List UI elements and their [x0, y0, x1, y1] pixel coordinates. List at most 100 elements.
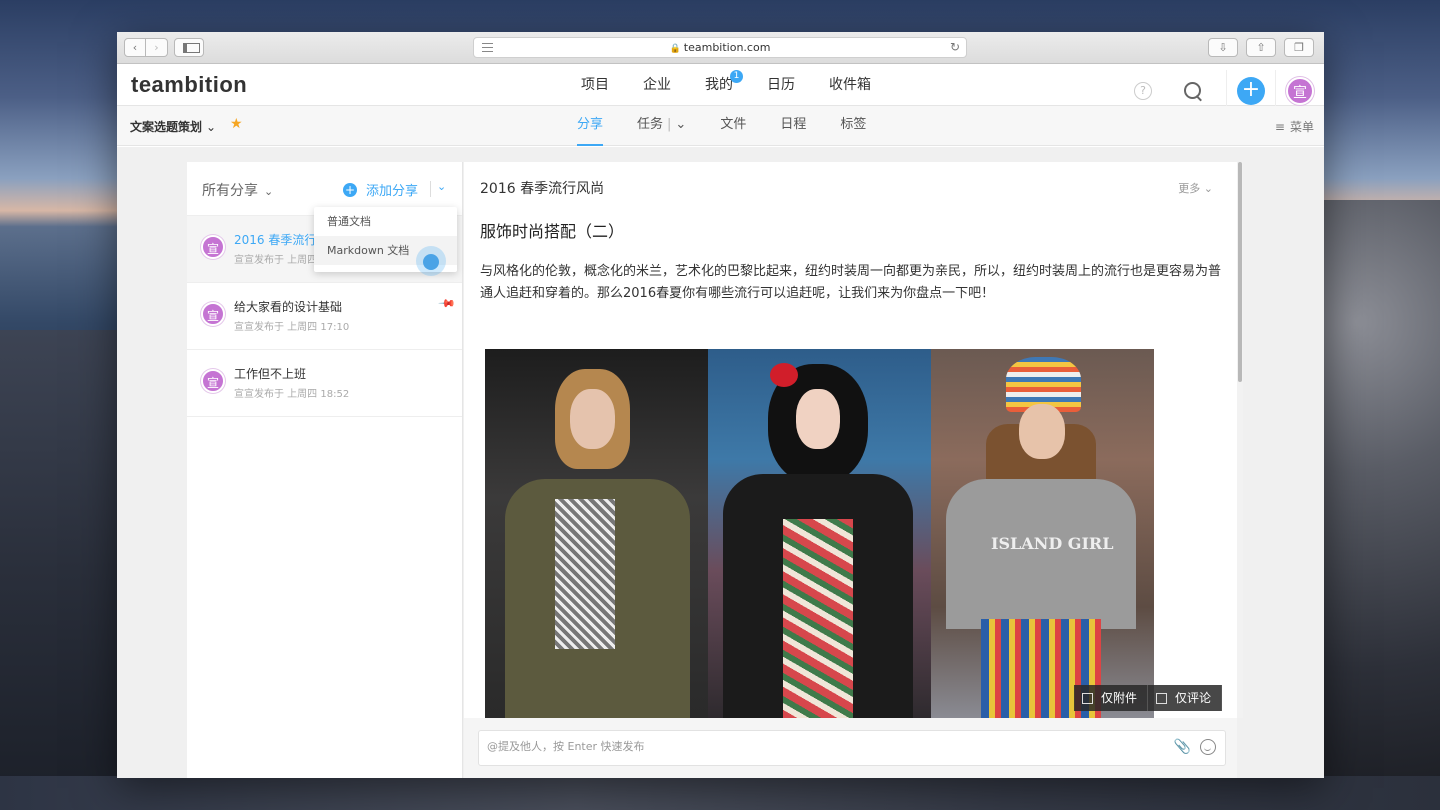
more-button[interactable]: 更多 ⌄ — [1178, 180, 1213, 196]
chevron-down-icon: ⌄ — [1203, 182, 1213, 195]
chevron-right-icon: › — [154, 41, 159, 54]
forward-button[interactable]: › — [146, 38, 168, 57]
nav-label: 项目 — [581, 77, 609, 93]
download-icon: ⇩ — [1218, 41, 1228, 54]
list-item[interactable]: 宣 工作但不上班 宣宣发布于 上周四 18:52 — [187, 350, 462, 417]
menu-icon: ≡ — [1274, 120, 1285, 134]
chevron-down-icon: ⌄ — [437, 180, 447, 193]
tab-label: 标签 — [840, 117, 867, 132]
url-text: teambition.com — [683, 41, 771, 54]
emoji-icon[interactable] — [1200, 739, 1216, 755]
filter-attachments-only[interactable]: 仅附件 — [1074, 685, 1149, 711]
search-icon[interactable] — [1178, 76, 1208, 106]
pin-icon[interactable]: 📌 — [438, 294, 457, 313]
share-button[interactable]: ⇧ — [1246, 38, 1276, 57]
logo[interactable]: teambition — [131, 72, 247, 98]
menu-button[interactable]: ≡ 菜单 — [1275, 118, 1314, 135]
nav-inbox[interactable]: 收件箱 — [815, 64, 885, 106]
background-rocks-left — [0, 330, 120, 810]
comment-area: 📎 — [464, 718, 1237, 778]
tab-label: 文件 — [720, 117, 747, 132]
download-button[interactable]: ⇩ — [1208, 38, 1238, 57]
back-button[interactable]: ‹ — [124, 38, 146, 57]
dropdown-option-plain-doc[interactable]: 普通文档 — [314, 207, 457, 236]
share-title: 2016 春季流行风尚 — [234, 233, 318, 247]
share-meta: 宣宣发布于 上周四 18:52 — [234, 389, 350, 400]
nav-calendar[interactable]: 日历 — [753, 64, 809, 106]
add-button[interactable]: + — [1237, 77, 1265, 105]
more-label: 更多 — [1178, 182, 1201, 195]
avatar: 宣 — [201, 235, 225, 259]
nav-enterprise[interactable]: 企业 — [629, 64, 685, 106]
share-meta: 宣宣发布于 上周四 17:10 — [234, 322, 350, 333]
notification-badge: 1 — [730, 70, 743, 83]
click-indicator — [416, 246, 446, 276]
tab-label: 日程 — [780, 117, 807, 132]
background-rocks-bottom — [0, 776, 1440, 810]
main-nav: 项目 企业 我的 1 日历 收件箱 — [567, 64, 891, 106]
project-header: 文案选题策划 ⌄ ★ 分享 任务 | ⌄ 文件 日程 标签 ≡ 菜单 — [117, 106, 1324, 146]
photo-dress — [783, 519, 853, 718]
comment-box: 📎 — [478, 730, 1226, 766]
browser-toolbar: ‹ › 🔒 teambition.com ↻ ⇩ ⇧ ❐ — [117, 32, 1324, 64]
tabs-icon: ❐ — [1294, 41, 1304, 54]
nav-label: 日历 — [767, 77, 795, 93]
tab-files[interactable]: 文件 — [708, 106, 758, 146]
lock-icon: 🔒 — [669, 44, 681, 54]
chevron-down-icon[interactable]: ⌄ — [675, 117, 686, 132]
document-body: 与风格化的伦敦，概念化的米兰，艺术化的巴黎比起来，纽约时装周一向都更为亲民，所以… — [480, 264, 1222, 301]
tab-label: 任务 — [637, 117, 664, 132]
photo-tee-text: ISLAND GIRL — [991, 534, 1114, 553]
nav-projects[interactable]: 项目 — [567, 64, 623, 106]
chevron-left-icon: ‹ — [132, 41, 138, 54]
project-name: 文案选题策划 — [130, 120, 203, 134]
address-bar[interactable]: 🔒 teambition.com ↻ — [473, 37, 967, 58]
user-avatar[interactable]: 宣 — [1286, 77, 1314, 105]
help-icon[interactable]: ? — [1134, 82, 1152, 100]
tab-shares[interactable]: 分享 — [565, 106, 615, 146]
chevron-down-icon: ⌄ — [206, 120, 217, 134]
chevron-down-icon: ⌄ — [264, 185, 274, 198]
tab-schedule[interactable]: 日程 — [768, 106, 818, 146]
share-title: 给大家看的设计基础 — [234, 300, 343, 314]
photo-face — [796, 389, 840, 449]
star-icon[interactable]: ★ — [230, 116, 243, 132]
nav-label: 我的 — [705, 77, 733, 93]
add-share-button[interactable]: + 添加分享 — [343, 180, 418, 199]
menu-label: 菜单 — [1289, 120, 1314, 134]
comment-input[interactable] — [487, 740, 1107, 753]
tab-tasks[interactable]: 任务 | ⌄ — [625, 106, 698, 146]
share-title: 工作但不上班 — [234, 367, 307, 381]
divider — [430, 181, 431, 197]
share-filter[interactable]: 所有分享 ⌄ — [202, 180, 273, 200]
list-item[interactable]: 宣 给大家看的设计基础 宣宣发布于 上周四 17:10 📌 — [187, 283, 462, 350]
history-buttons: ‹ › — [124, 38, 168, 57]
reader-icon[interactable] — [482, 43, 493, 52]
tab-tags[interactable]: 标签 — [828, 106, 878, 146]
add-share-label: 添加分享 — [366, 184, 419, 199]
photo-flower — [770, 363, 798, 387]
nav-label: 企业 — [643, 77, 671, 93]
background-rocks-right — [1320, 200, 1440, 810]
reload-icon[interactable]: ↻ — [950, 38, 960, 57]
filter-comments-only[interactable]: 仅评论 — [1148, 685, 1223, 711]
photo-tee — [946, 479, 1136, 629]
add-share-dropdown-toggle[interactable]: ⌄ — [437, 180, 446, 193]
browser-window: ‹ › 🔒 teambition.com ↻ ⇩ ⇧ ❐ teambition 项… — [117, 32, 1324, 778]
tabs-button[interactable]: ❐ — [1284, 38, 1314, 57]
attachment-icon[interactable]: 📎 — [1174, 739, 1191, 755]
document-scrollbar[interactable] — [1237, 162, 1243, 718]
sidebar-toggle-button[interactable] — [174, 38, 204, 57]
divider: | — [667, 117, 672, 132]
share-meta: 宣宣发布于 上周四 17:10 — [234, 255, 318, 266]
photo-mesh-top — [555, 499, 615, 649]
avatar: 宣 — [201, 302, 225, 326]
filter-label: 仅附件 — [1101, 691, 1138, 705]
runway-photo-1 — [485, 349, 708, 718]
project-switcher[interactable]: 文案选题策划 ⌄ — [130, 118, 216, 135]
share-filter-label: 所有分享 — [202, 183, 258, 199]
document-title: 服饰时尚搭配（二） — [480, 222, 625, 241]
runway-photo-2 — [708, 349, 931, 718]
nav-mine[interactable]: 我的 1 — [691, 64, 747, 106]
plus-circle-icon: + — [343, 182, 357, 197]
